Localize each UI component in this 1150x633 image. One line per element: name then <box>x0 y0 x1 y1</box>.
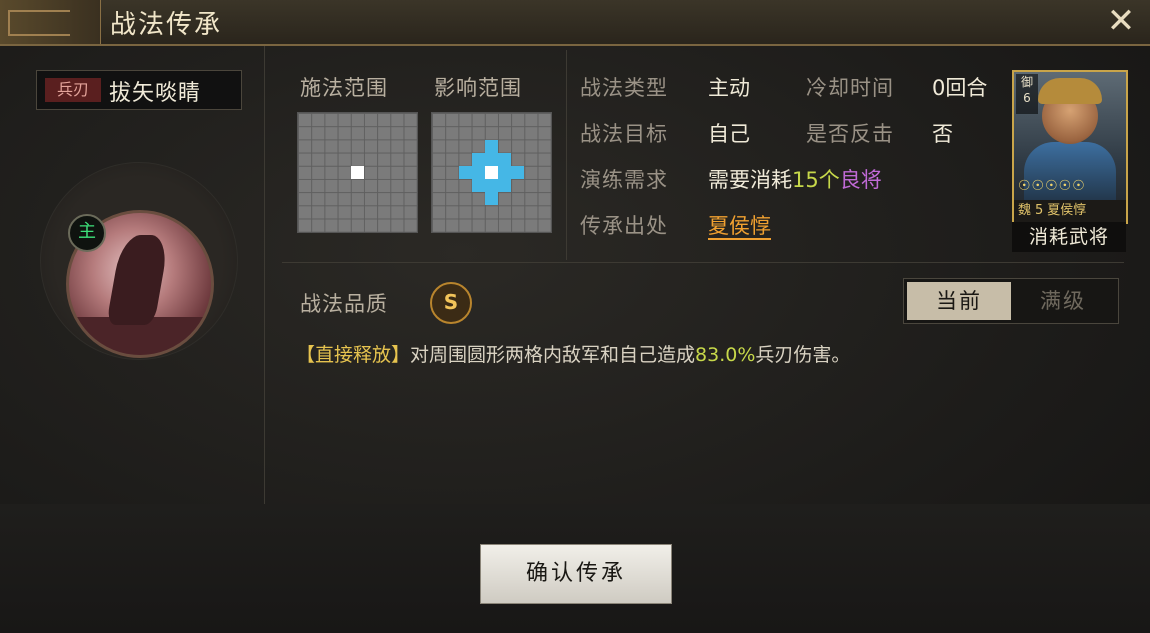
practice-prefix: 需要消耗 <box>708 168 792 192</box>
general-helmet <box>1038 78 1102 104</box>
general-card[interactable]: 御6 ☉☉☉☉☉ 魏 5 夏侯惇 <box>1012 70 1128 224</box>
grid-cell-self <box>485 166 498 179</box>
main-skill-badge: 主 <box>68 214 106 252</box>
skill-description: 【直接释放】对周围圆形两格内敌军和自己造成83.0%兵刃伤害。 <box>296 340 850 367</box>
cooldown-value: 0回合 <box>932 76 988 100</box>
skill-name: 拔矢啖睛 <box>109 81 202 106</box>
general-cost: 5 <box>1035 203 1044 218</box>
grid-cell-affected <box>498 153 511 166</box>
source-general-link[interactable]: 夏侯惇 <box>708 210 771 240</box>
tab-max-level[interactable]: 满级 <box>1011 282 1115 320</box>
troop-badge-text: 御 <box>1020 75 1033 89</box>
title-ornament <box>0 0 101 44</box>
counter-label: 是否反击 <box>806 122 894 146</box>
practice-item: 良将 <box>839 168 882 192</box>
close-icon[interactable]: ✕ <box>1104 4 1138 38</box>
effect-range-label: 影响范围 <box>434 76 522 100</box>
practice-label: 演练需求 <box>580 168 668 192</box>
grid-cell-affected <box>485 179 498 192</box>
target-value: 自己 <box>708 122 750 146</box>
general-info-bar: 魏 5 夏侯惇 <box>1014 200 1126 222</box>
grid-cell-affected <box>511 166 524 179</box>
grid-cell-affected <box>472 166 485 179</box>
description-text: 对周围圆形两格内敌军和自己造成 <box>410 344 696 366</box>
description-percent: 83.0% <box>695 344 756 366</box>
grid-cell-self <box>351 166 364 179</box>
general-troop-badge: 御6 <box>1016 74 1038 114</box>
description-tag: 【直接释放】 <box>296 344 411 366</box>
general-name: 夏侯惇 <box>1047 203 1087 218</box>
grid-cell-affected <box>472 179 485 192</box>
cast-range-label: 施法范围 <box>300 76 388 100</box>
practice-count: 15个 <box>792 168 840 192</box>
grid-cell-affected <box>498 166 511 179</box>
cooldown-label: 冷却时间 <box>806 76 894 100</box>
practice-value: 需要消耗15个良将 <box>708 164 882 194</box>
target-label: 战法目标 <box>580 122 668 146</box>
grid-cell-affected <box>498 179 511 192</box>
description-text-end: 兵刃伤害。 <box>755 344 851 366</box>
general-faction: 魏 <box>1018 203 1032 218</box>
confirm-inherit-button[interactable]: 确认传承 <box>480 544 672 604</box>
grid-cell-affected <box>472 153 485 166</box>
tab-current[interactable]: 当前 <box>907 282 1011 320</box>
dialog-title: 战法传承 <box>110 10 223 40</box>
title-bar: 战法传承 ✕ <box>0 0 1150 46</box>
source-label: 传承出处 <box>580 214 668 238</box>
grid-cell-affected <box>459 166 472 179</box>
quality-label: 战法品质 <box>300 292 388 316</box>
portrait-warrior <box>106 235 170 325</box>
troop-badge-num: 6 <box>1023 91 1031 105</box>
quality-badge: S <box>430 282 472 324</box>
counter-value: 否 <box>932 122 953 146</box>
level-toggle: 当前 满级 <box>903 278 1119 324</box>
horizontal-divider <box>282 262 1124 263</box>
effect-range-grid <box>431 112 552 233</box>
skill-type-label: 战法类型 <box>580 76 668 100</box>
cast-range-grid <box>297 112 418 233</box>
skill-type-tag: 兵刃 <box>45 78 101 102</box>
skill-type-value: 主动 <box>708 76 750 100</box>
grid-cell-affected <box>485 153 498 166</box>
general-stars: ☉☉☉☉☉ <box>1018 178 1086 194</box>
grid-cell-affected <box>485 140 498 153</box>
grid-cell-affected <box>485 192 498 205</box>
vertical-divider <box>566 50 567 260</box>
skill-name-box: 兵刃 拔矢啖睛 <box>36 70 242 110</box>
consume-general-label: 消耗武将 <box>1012 222 1126 252</box>
